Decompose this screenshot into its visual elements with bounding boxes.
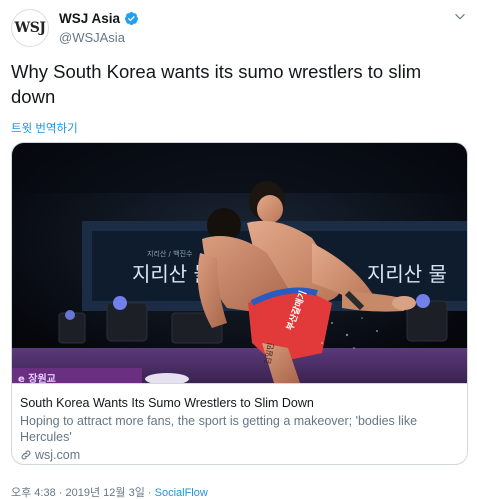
card-description: Hoping to attract more fans, the sport i… bbox=[20, 414, 418, 444]
card-body[interactable]: South Korea Wants Its Sumo Wrestlers to … bbox=[12, 383, 467, 464]
link-card[interactable]: 지리산 물 지리산 물 지리산 / 백진수 e 장원교 부산갈매기 김일민 So… bbox=[11, 142, 468, 465]
avatar[interactable]: WSJ bbox=[11, 9, 49, 47]
tweet-meta: 오후 4:38 · 2019년 12월 3일 · SocialFlow bbox=[11, 484, 208, 499]
tweet-source-link[interactable]: SocialFlow bbox=[155, 487, 208, 499]
sign-small-text: 지리산 / 백진수 bbox=[147, 249, 193, 258]
chevron-down-icon[interactable] bbox=[453, 10, 467, 24]
display-name[interactable]: WSJ Asia bbox=[59, 11, 120, 26]
banner-text: e 장원교 bbox=[18, 372, 56, 383]
author-name-row[interactable]: WSJ Asia bbox=[59, 11, 139, 26]
card-domain-row: wsj.com bbox=[20, 448, 459, 462]
meta-separator: · bbox=[147, 487, 152, 499]
link-icon bbox=[21, 450, 31, 460]
card-domain: wsj.com bbox=[35, 448, 81, 462]
tweet: WSJ WSJ Asia @WSJAsia Why South Korea wa… bbox=[0, 0, 477, 499]
sumo-wrestling-photo: 지리산 물 지리산 물 지리산 / 백진수 e 장원교 부산갈매기 김일민 bbox=[12, 143, 467, 383]
meta-separator: · bbox=[58, 487, 63, 499]
tweet-date[interactable]: 2019년 12월 3일 bbox=[66, 487, 145, 499]
handle[interactable]: @WSJAsia bbox=[59, 30, 125, 45]
verified-badge-icon bbox=[124, 11, 139, 26]
sign-text-right: 지리산 물 bbox=[367, 262, 447, 286]
card-title[interactable]: South Korea Wants Its Sumo Wrestlers to … bbox=[20, 395, 459, 411]
tweet-time[interactable]: 오후 4:38 bbox=[11, 487, 56, 499]
card-image[interactable]: 지리산 물 지리산 물 지리산 / 백진수 e 장원교 부산갈매기 김일민 bbox=[12, 143, 467, 383]
avatar-logo: WSJ bbox=[14, 20, 46, 36]
translate-tweet-link[interactable]: 트윗 번역하기 bbox=[11, 120, 78, 136]
tweet-text: Why South Korea wants its sumo wrestlers… bbox=[11, 61, 422, 107]
